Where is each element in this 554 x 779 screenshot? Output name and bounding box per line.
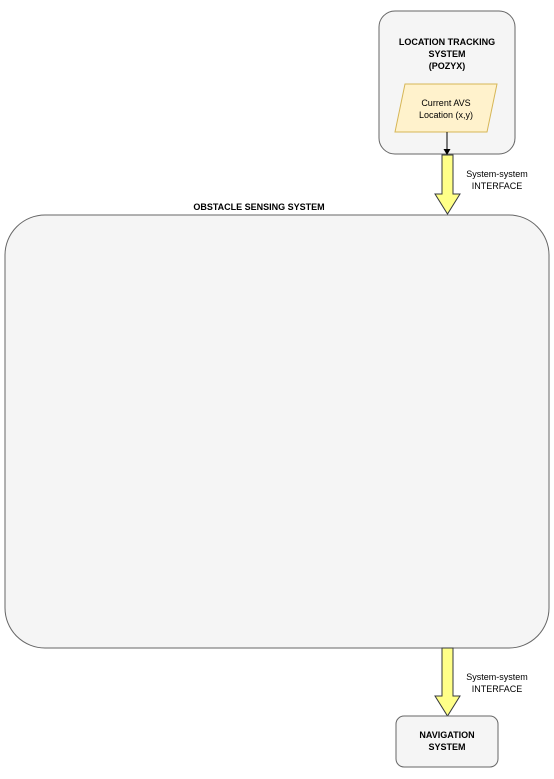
location-tracking-title-line-1: LOCATION TRACKING bbox=[399, 37, 495, 47]
interface-top-line-1: System-system bbox=[466, 169, 528, 179]
navigation-title-line-2: SYSTEM bbox=[428, 742, 465, 752]
interface-arrow-top bbox=[434, 154, 461, 215]
navigation-system: NAVIGATION SYSTEM bbox=[395, 715, 499, 768]
interface-top-line-2: INTERFACE bbox=[472, 181, 523, 191]
interface-bottom-line-1: System-system bbox=[466, 672, 528, 682]
current-location-line-1: Current AVS bbox=[421, 98, 470, 108]
navigation-title-line-1: NAVIGATION bbox=[419, 730, 474, 740]
system-interface-diagram: LOCATION TRACKING SYSTEM (POZYX) Current… bbox=[4, 10, 550, 768]
location-tracking-title-line-2: SYSTEM bbox=[428, 49, 465, 59]
obstacle-sensing-title: OBSTACLE SENSING SYSTEM bbox=[193, 202, 324, 212]
location-tracking-title-line-3: (POZYX) bbox=[429, 61, 466, 71]
interface-arrow-bottom bbox=[434, 647, 461, 717]
current-location-data bbox=[394, 83, 498, 133]
interface-bottom-line-2: INTERFACE bbox=[472, 684, 523, 694]
current-location-line-2: Location (x,y) bbox=[419, 110, 473, 120]
obstacle-sensing-box bbox=[4, 214, 550, 649]
